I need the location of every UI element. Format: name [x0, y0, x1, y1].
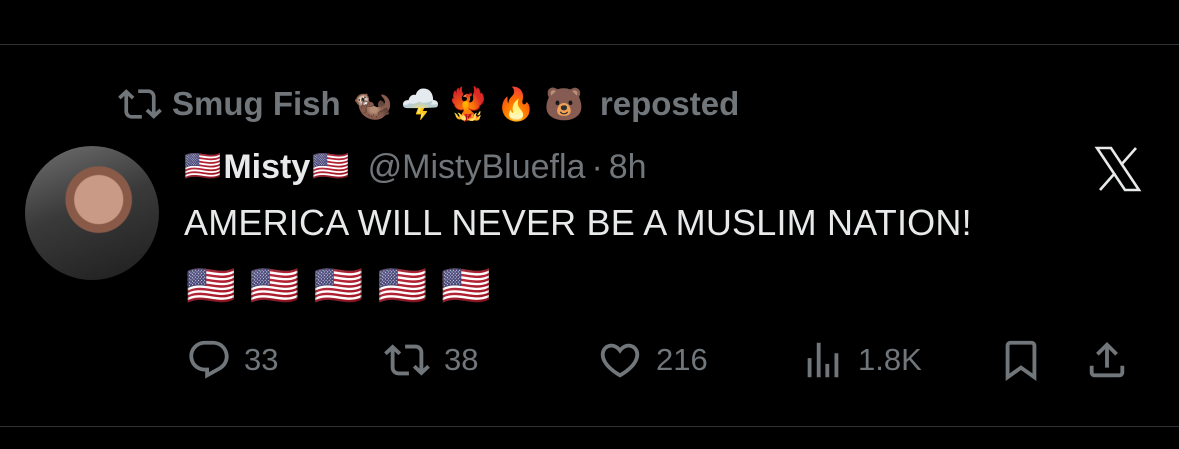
repost-count: 38: [444, 342, 479, 377]
like-count: 216: [656, 342, 708, 377]
action-bar: 33 38 216 1.8K: [186, 335, 1146, 385]
reply-icon: [186, 337, 232, 383]
cloud-lightning-emoji-icon: 🌩️: [400, 86, 441, 122]
repost-user-emojis: 🦦 🌩️ 🐦‍🔥 🔥 🐻: [353, 85, 584, 123]
tweet-timestamp[interactable]: 8h: [609, 148, 647, 187]
tweet-flag-row: 🇺🇸 🇺🇸 🇺🇸 🇺🇸 🇺🇸: [186, 262, 491, 309]
phoenix-emoji-icon: 🐦‍🔥: [448, 86, 489, 122]
reply-button[interactable]: 33: [186, 335, 278, 385]
views-count: 1.8K: [858, 342, 922, 377]
views-chart-icon: [800, 337, 846, 383]
otter-emoji-icon: 🦦: [352, 86, 393, 122]
tweet-screen: Smug Fish 🦦 🌩️ 🐦‍🔥 🔥 🐻 reposted 🇺🇸 Misty…: [0, 0, 1179, 449]
us-flag-icon: 🇺🇸: [186, 264, 236, 308]
views-button[interactable]: 1.8K: [800, 335, 922, 385]
repost-context[interactable]: Smug Fish 🦦 🌩️ 🐦‍🔥 🔥 🐻 reposted: [118, 82, 739, 126]
author-handle[interactable]: @MistyBluefla: [368, 148, 586, 187]
us-flag-icon: 🇺🇸: [249, 264, 300, 308]
tweet-header: 🇺🇸 Misty 🇺🇸 @MistyBluefla · 8h: [184, 144, 647, 190]
repost-label: reposted: [599, 85, 740, 122]
us-flag-icon: 🇺🇸: [441, 264, 492, 308]
repost-icon: [118, 82, 162, 126]
bear-emoji-icon: 🐻: [544, 86, 584, 122]
separator-dot: ·: [591, 147, 603, 186]
us-flag-icon: 🇺🇸: [184, 150, 222, 183]
bottom-divider: [0, 426, 1179, 427]
repost-button[interactable]: 38: [382, 335, 478, 385]
reply-count: 33: [244, 342, 279, 377]
fire-emoji-icon: 🔥: [496, 86, 537, 122]
like-button[interactable]: 216: [596, 335, 708, 385]
repost-user-name[interactable]: Smug Fish: [172, 85, 341, 123]
top-divider: [0, 44, 1179, 45]
us-flag-icon: 🇺🇸: [313, 264, 364, 308]
us-flag-icon: 🇺🇸: [312, 150, 350, 183]
share-button[interactable]: [1084, 335, 1130, 385]
avatar[interactable]: [25, 146, 159, 280]
x-logo-icon: [1094, 146, 1142, 192]
us-flag-icon: 🇺🇸: [377, 264, 428, 308]
repost-icon: [382, 337, 432, 383]
bookmark-icon: [998, 337, 1044, 383]
heart-icon: [596, 337, 644, 383]
tweet-text: AMERICA WILL NEVER BE A MUSLIM NATION!: [184, 202, 972, 243]
author-display-name[interactable]: Misty: [223, 148, 310, 187]
bookmark-button[interactable]: [998, 335, 1044, 385]
share-icon: [1084, 337, 1130, 383]
